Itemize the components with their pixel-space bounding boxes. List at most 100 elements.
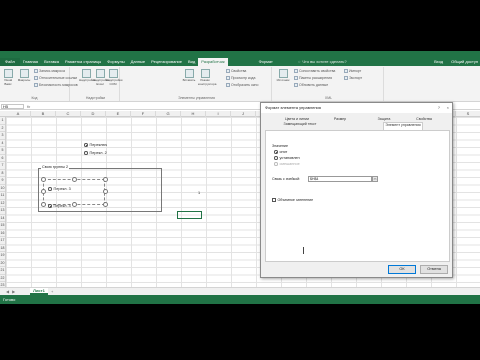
refresh-data-button[interactable]: Обновить данные: [294, 83, 328, 87]
xml-source-button[interactable]: Источник: [276, 69, 290, 83]
row-header[interactable]: 2: [0, 125, 5, 132]
row-header[interactable]: 4: [0, 140, 5, 147]
macros-button[interactable]: Макросы: [17, 69, 31, 83]
tab-insert[interactable]: Вставка: [41, 58, 62, 66]
resize-handle[interactable]: [41, 177, 46, 182]
resize-handle[interactable]: [41, 202, 46, 207]
toolbox-icon: [184, 69, 194, 78]
3d-shading-checkbox[interactable]: Объемное затенение: [272, 198, 313, 202]
3d-shading-label: Объемное затенение: [277, 198, 314, 202]
insert-control-button[interactable]: Вставить: [182, 69, 196, 83]
option-button-3[interactable]: Перекл. 3: [48, 187, 71, 191]
tab-formulas[interactable]: Формулы: [104, 58, 127, 66]
addins-button[interactable]: Надстройки: [79, 69, 95, 83]
ok-button[interactable]: ОК: [388, 265, 416, 274]
option-button-4[interactable]: Перекл. 4: [48, 204, 71, 208]
help-icon[interactable]: ?: [438, 103, 440, 113]
row-header[interactable]: 9: [0, 177, 5, 185]
design-mode-label: Режим конструктора: [198, 78, 217, 86]
tell-me-search[interactable]: ◌ Что вы хотите сделать?: [298, 59, 347, 65]
row-header[interactable]: 5: [0, 147, 5, 155]
tab-alt-text[interactable]: Замещающий текст: [279, 122, 321, 127]
row-header[interactable]: 8: [0, 170, 5, 177]
resize-handle[interactable]: [103, 177, 108, 182]
dialog-title: Формат элемента управления: [265, 105, 321, 110]
row-header[interactable]: 21: [0, 267, 5, 275]
row-header[interactable]: 19: [0, 252, 5, 260]
package-icon: [294, 76, 298, 80]
row-header[interactable]: 10: [0, 185, 5, 192]
resize-handle[interactable]: [41, 189, 46, 194]
row-header[interactable]: 3: [0, 132, 5, 140]
macros-icon: [19, 69, 29, 78]
import-button[interactable]: Импорт: [344, 69, 361, 73]
add-sheet-button[interactable]: +: [51, 288, 53, 295]
row-header[interactable]: 17: [0, 237, 5, 245]
com-addins-button[interactable]: Надстройки COM: [106, 69, 122, 86]
row-header[interactable]: 6: [0, 155, 5, 162]
tab-file[interactable]: Файл: [0, 58, 20, 66]
values-label: Значение: [272, 144, 288, 148]
group-controls-label: Элементы управления: [178, 96, 215, 100]
cancel-button[interactable]: Отмена: [420, 265, 448, 274]
share-button[interactable]: Общий доступ: [451, 58, 478, 66]
option-button-1[interactable]: Переключ: [84, 143, 107, 147]
radio-dot-icon: [274, 162, 278, 166]
row-header[interactable]: 20: [0, 260, 5, 267]
sheet-nav-arrows-icon[interactable]: ◀▶: [6, 288, 18, 295]
view-code-button[interactable]: Просмотр кода: [226, 76, 255, 80]
name-box[interactable]: H5: [1, 104, 24, 109]
cell-link-input[interactable]: $H$4: [308, 176, 372, 182]
row-header[interactable]: 22: [0, 275, 5, 282]
ribbon-tabs: Файл Главная Вставка Разметка страницы Ф…: [0, 58, 480, 66]
tab-review[interactable]: Рецензирование: [148, 58, 185, 66]
resize-handle[interactable]: [72, 177, 77, 182]
dialog-title-bar[interactable]: Формат элемента управления ? ×: [261, 103, 452, 113]
row-header[interactable]: 7: [0, 162, 5, 170]
design-mode-button[interactable]: Режим конструктора: [198, 69, 216, 86]
row-header[interactable]: 11: [0, 192, 5, 200]
record-icon: [34, 69, 38, 73]
tab-data[interactable]: Данные: [128, 58, 148, 66]
sheet-tab-active[interactable]: Лист1: [30, 288, 48, 295]
tab-developer[interactable]: Разработчик: [198, 58, 228, 66]
properties-button[interactable]: Свойства: [226, 69, 246, 73]
map-properties-button[interactable]: Сопоставить свойства: [294, 69, 335, 73]
value-checked-option[interactable]: установлен: [274, 156, 300, 160]
fx-icon[interactable]: fx: [27, 103, 30, 110]
tab-home[interactable]: Главная: [20, 58, 41, 66]
row-header[interactable]: 16: [0, 230, 5, 237]
row-header[interactable]: 12: [0, 200, 5, 207]
row-header[interactable]: 13: [0, 207, 5, 215]
row-header[interactable]: 18: [0, 245, 5, 252]
row-header[interactable]: 14: [0, 215, 5, 222]
value-mixed-option: смешанное: [274, 162, 300, 166]
value-checked-label: установлен: [279, 156, 300, 160]
visual-basic-button[interactable]: Visual Basic: [1, 69, 15, 86]
linked-cell-value: 1: [198, 191, 201, 195]
record-macro-button[interactable]: Запись макроса: [34, 69, 65, 73]
close-icon[interactable]: ×: [447, 103, 449, 113]
sign-in-link[interactable]: Вход: [434, 58, 443, 66]
row-header[interactable]: 15: [0, 222, 5, 230]
resize-handle[interactable]: [72, 202, 77, 207]
relative-refs-button[interactable]: Относительные ссылки: [34, 76, 77, 80]
tab-page-layout[interactable]: Разметка страницы: [62, 58, 104, 66]
resize-handle[interactable]: [103, 189, 108, 194]
value-unchecked-option[interactable]: снят: [274, 150, 287, 154]
collapse-dialog-icon[interactable]: ▭: [372, 176, 378, 182]
tab-size[interactable]: Размер: [331, 117, 349, 122]
tab-format[interactable]: Формат: [256, 58, 276, 66]
dialog-tabs: Цвета и линии Размер Защита Свойства Зам…: [265, 117, 448, 131]
tab-view[interactable]: Вид: [185, 58, 198, 66]
run-dialog-button[interactable]: Отобразить окно: [226, 83, 258, 87]
option-button-2[interactable]: Перекл. 2: [84, 151, 107, 155]
insert-control-label: Вставить: [182, 78, 196, 82]
expansion-packs-button[interactable]: Пакеты расширения: [294, 76, 332, 80]
excel-addins-button[interactable]: Надстройки Excel: [93, 69, 109, 86]
export-button[interactable]: Экспорт: [344, 76, 362, 80]
active-cell[interactable]: [177, 211, 202, 219]
relative-icon: [34, 76, 38, 80]
row-header[interactable]: 1: [0, 117, 5, 125]
resize-handle[interactable]: [103, 202, 108, 207]
